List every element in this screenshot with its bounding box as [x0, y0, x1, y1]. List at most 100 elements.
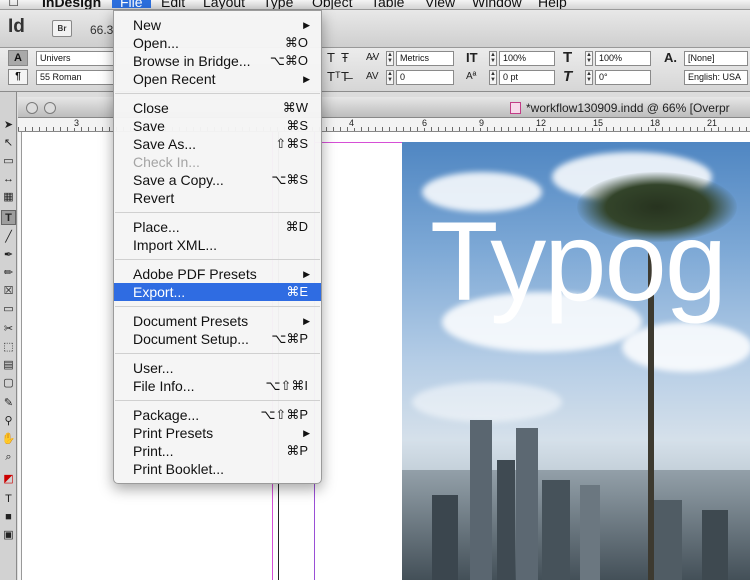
ruler-label: 9 [478, 118, 486, 128]
formatting-affects-icon[interactable]: T [1, 492, 16, 507]
menu-item-save[interactable]: Save ⌘S [114, 117, 321, 135]
submenu-arrow-icon: ▶ [303, 20, 310, 30]
paragraph-mode-button[interactable]: ¶ [8, 69, 28, 85]
menu-item-document-presets[interactable]: Document Presets ▶ [114, 312, 321, 330]
zoom-level[interactable]: 66.3 [90, 23, 113, 37]
hand-tool-icon[interactable]: ✋ [1, 432, 16, 447]
free-transform-tool-icon[interactable]: ⬚ [1, 340, 16, 355]
tracking-field[interactable]: 0 [396, 70, 454, 85]
menu-item-label: Place... [133, 219, 180, 235]
tracking-stepper[interactable]: ▲ ▼ [386, 70, 394, 85]
menu-item-shortcut: ⌥⌘S [271, 172, 308, 187]
menu-item-label: Package... [133, 407, 200, 423]
menu-item-save-as[interactable]: Save As... ⇧⌘S [114, 135, 321, 153]
all-caps-icon[interactable]: Tᵀ [327, 70, 341, 84]
horizontal-scale-icon: T [563, 49, 573, 66]
menu-table[interactable]: Table [371, 0, 404, 9]
menu-item-label: Print Presets [133, 425, 214, 441]
font-size-up-icon[interactable]: T [327, 51, 335, 65]
menu-type[interactable]: Type [263, 0, 293, 9]
menu-item-adobe-pdf-presets[interactable]: Adobe PDF Presets ▶ [114, 265, 321, 283]
menu-object[interactable]: Object [312, 0, 352, 9]
kerning-stepper[interactable]: ▲ ▼ [386, 51, 394, 66]
line-tool-icon[interactable]: ╱ [1, 230, 16, 245]
gap-tool-icon[interactable]: ↔ [1, 172, 16, 187]
gradient-feather-tool-icon[interactable]: ▢ [1, 376, 16, 391]
menu-edit[interactable]: Edit [161, 0, 185, 9]
note-tool-icon[interactable]: ✎ [1, 396, 16, 411]
vertical-scale-field[interactable]: 100% [499, 51, 555, 66]
menu-item-close[interactable]: Close ⌘W [114, 99, 321, 117]
scissors-tool-icon[interactable]: ✂ [1, 322, 16, 337]
submenu-arrow-icon: ▶ [303, 316, 310, 326]
baseline-shift-stepper[interactable]: ▲ ▼ [489, 70, 497, 85]
minimize-window-icon[interactable] [44, 102, 56, 114]
font-family-field[interactable]: Univers [36, 51, 116, 66]
menu-item-shortcut: ⌘O [284, 35, 308, 50]
zoom-tool-icon[interactable]: ⌕ [1, 450, 16, 465]
skew-field[interactable]: 0° [595, 70, 651, 85]
vertical-scale-stepper[interactable]: ▲ ▼ [489, 51, 497, 66]
menu-item-place[interactable]: Place... ⌘D [114, 218, 321, 236]
submenu-arrow-icon: ▶ [303, 74, 310, 84]
menu-item-label: Close [133, 100, 169, 116]
placed-photo-palm-skyline[interactable]: Typog [402, 142, 750, 580]
menu-item-user[interactable]: User... [114, 359, 321, 377]
menu-app-name[interactable]: InDesign [42, 0, 101, 9]
gradient-swatch-tool-icon[interactable]: ▤ [1, 358, 16, 373]
menu-file[interactable]: File [112, 0, 151, 9]
menu-item-export[interactable]: Export... ⌘E [114, 283, 321, 301]
menu-item-package[interactable]: Package... ⌥⇧⌘P [114, 406, 321, 424]
leading-icon[interactable]: Ŧ [341, 51, 349, 65]
apply-color-icon[interactable]: ■ [1, 510, 16, 525]
menu-item-document-setup[interactable]: Document Setup... ⌥⌘P [114, 330, 321, 348]
fill-stroke-swatch-icon[interactable]: ◩ [1, 472, 16, 487]
ruler-label: 3 [73, 118, 81, 128]
horizontal-scale-field[interactable]: 100% [595, 51, 651, 66]
menu-item-save-a-copy[interactable]: Save a Copy... ⌥⌘S [114, 171, 321, 189]
go-to-bridge-button[interactable]: Br [52, 20, 72, 37]
skew-stepper[interactable]: ▲ ▼ [585, 70, 593, 85]
apple-menu-icon[interactable]:  [8, 0, 19, 9]
kerning-icon: A̷V [366, 52, 380, 63]
font-style-field[interactable]: 55 Roman [36, 70, 116, 85]
character-mode-button[interactable]: A [8, 50, 28, 66]
headline-text[interactable]: Typog [430, 206, 727, 318]
menu-view[interactable]: View [425, 0, 455, 9]
tracking-icon: AV [366, 71, 379, 82]
menu-item-open-recent[interactable]: Open Recent ▶ [114, 70, 321, 88]
page-tool-icon[interactable]: ▭ [1, 154, 16, 169]
strikethrough-icon[interactable]: T̶ [341, 70, 349, 84]
content-collector-icon[interactable]: ▦ [1, 190, 16, 205]
menu-help[interactable]: Help [538, 0, 567, 9]
menu-item-label: Import XML... [133, 237, 218, 253]
menu-item-browse-in-bridge[interactable]: Browse in Bridge... ⌥⌘O [114, 52, 321, 70]
rectangle-frame-tool-icon[interactable]: ☒ [1, 284, 16, 299]
pen-tool-icon[interactable]: ✒ [1, 248, 16, 263]
view-mode-icon[interactable]: ▣ [1, 528, 16, 543]
language-select[interactable]: English: USA [684, 70, 748, 85]
selection-tool-icon[interactable]: ➤ [1, 118, 16, 133]
menu-item-new[interactable]: New ▶ [114, 16, 321, 34]
menu-layout[interactable]: Layout [203, 0, 245, 9]
character-style-select[interactable]: [None] [684, 51, 748, 66]
close-window-icon[interactable] [26, 102, 38, 114]
menu-item-open[interactable]: Open... ⌘O [114, 34, 321, 52]
menu-item-print-presets[interactable]: Print Presets ▶ [114, 424, 321, 442]
eyedropper-tool-icon[interactable]: ⚲ [1, 414, 16, 429]
menu-window[interactable]: Window [472, 0, 522, 9]
menu-item-shortcut: ⌥⇧⌘P [260, 407, 308, 422]
menu-item-revert[interactable]: Revert [114, 189, 321, 207]
menu-item-shortcut: ⌘D [285, 219, 308, 234]
direct-selection-tool-icon[interactable]: ↖ [1, 136, 16, 151]
horizontal-scale-stepper[interactable]: ▲ ▼ [585, 51, 593, 66]
baseline-shift-field[interactable]: 0 pt [499, 70, 555, 85]
menu-item-file-info[interactable]: File Info... ⌥⇧⌘I [114, 377, 321, 395]
pencil-tool-icon[interactable]: ✏ [1, 266, 16, 281]
kerning-field[interactable]: Metrics [396, 51, 454, 66]
type-tool-icon[interactable]: T [1, 210, 16, 225]
menu-item-print[interactable]: Print... ⌘P [114, 442, 321, 460]
rectangle-tool-icon[interactable]: ▭ [1, 302, 16, 317]
menu-item-import-xml[interactable]: Import XML... [114, 236, 321, 254]
menu-item-print-booklet[interactable]: Print Booklet... [114, 460, 321, 478]
